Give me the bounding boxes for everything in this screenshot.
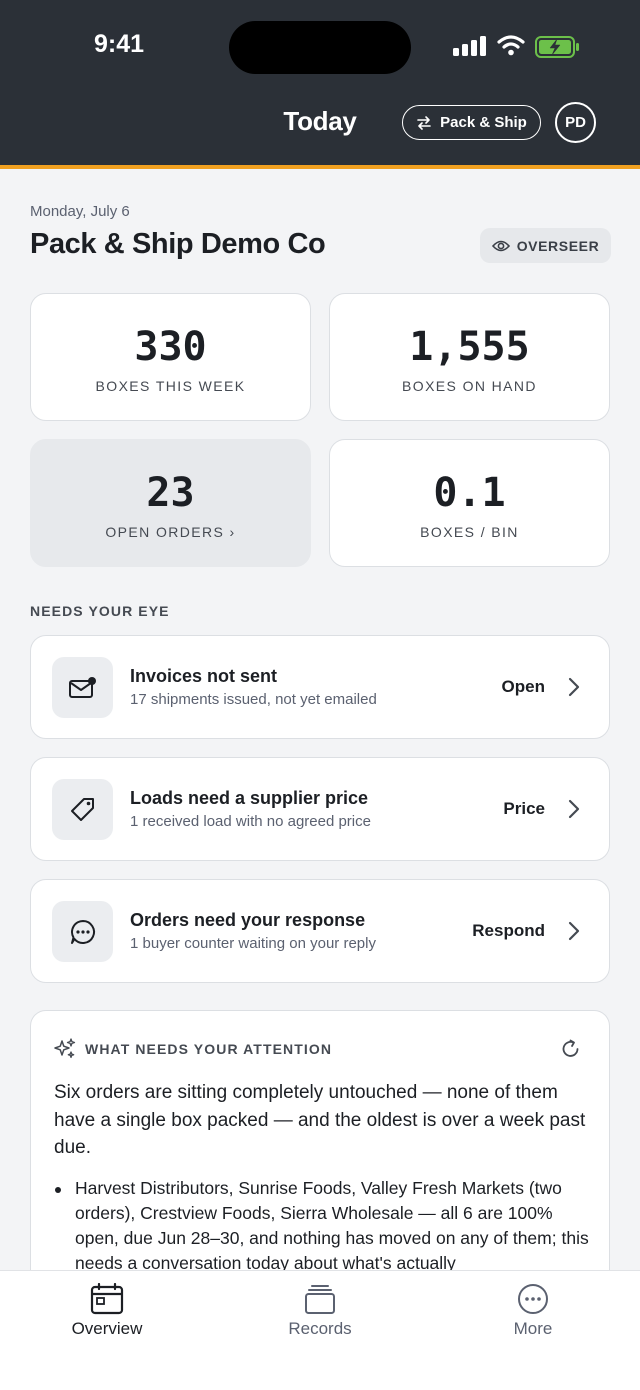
swap-icon	[417, 115, 431, 130]
alert-title: Invoices not sent	[130, 666, 278, 686]
signal-icon	[453, 36, 487, 56]
sparkles-icon	[54, 1038, 76, 1059]
bottom-nav: Overview Records More	[0, 1270, 640, 1390]
app-header: 9:41 Today Pack & Ship PD	[0, 0, 640, 169]
nav-records[interactable]: Records	[240, 1271, 400, 1351]
nav-label: Overview	[71, 1319, 143, 1338]
more-icon	[518, 1284, 548, 1314]
company-name: Pack & Ship Demo Co	[30, 228, 326, 260]
nav-label: More	[513, 1319, 553, 1338]
refresh-icon[interactable]	[560, 1038, 582, 1060]
stat-boxes-this-week: 330 BOXES THIS WEEK	[30, 293, 311, 421]
stat-value: 23	[146, 470, 195, 516]
attention-title: WHAT NEEDS YOUR ATTENTION	[85, 1041, 333, 1057]
stat-value: 0.1	[433, 470, 506, 516]
alert-title: Orders need your response	[130, 910, 366, 930]
stat-label: BOXES ON HAND	[402, 378, 537, 394]
page-title: Today	[283, 106, 357, 136]
avatar-initials: PD	[565, 114, 586, 131]
nav-overview[interactable]: Overview	[27, 1271, 187, 1351]
nav-more[interactable]: More	[453, 1271, 613, 1351]
stat-boxes-on-hand: 1,555 BOXES ON HAND	[329, 293, 610, 421]
stat-value: 1,555	[409, 324, 530, 370]
current-date: Monday, July 6	[30, 203, 130, 220]
nav-label: Records	[288, 1319, 352, 1338]
eye-icon	[491, 240, 510, 251]
switch-mode-button[interactable]: Pack & Ship	[402, 105, 541, 140]
stack-icon	[305, 1285, 335, 1314]
attention-bullet: Harvest Distributors, Sunrise Foods, Val…	[54, 1176, 594, 1276]
dynamic-island	[229, 21, 411, 74]
alert-subtitle: 1 received load with no agreed price	[130, 813, 371, 830]
chevron-right-icon	[568, 799, 580, 819]
stat-value: 330	[134, 324, 207, 370]
stat-label: BOXES THIS WEEK	[95, 378, 246, 394]
attention-bullet-text: Harvest Distributors, Sunrise Foods, Val…	[75, 1178, 589, 1273]
alert-action: Respond	[472, 921, 545, 940]
alert-title: Loads need a supplier price	[130, 788, 369, 808]
stat-open-orders[interactable]: 23 OPEN ORDERS ›	[30, 439, 311, 567]
role-badge: OVERSEER	[480, 228, 611, 263]
chevron-right-icon	[568, 921, 580, 941]
wifi-icon	[497, 35, 525, 56]
alert-loads-need-price[interactable]: Loads need a supplier price 1 received l…	[30, 757, 610, 861]
section-title-needs-your-eye: NEEDS YOUR EYE	[30, 603, 170, 619]
stat-label: BOXES / BIN	[420, 524, 519, 540]
attention-summary: Six orders are sitting completely untouc…	[54, 1082, 586, 1158]
chat-icon	[70, 919, 95, 944]
alert-subtitle: 1 buyer counter waiting on your reply	[130, 935, 376, 952]
mail-icon	[68, 676, 96, 698]
alert-action: Open	[501, 677, 545, 696]
stat-boxes-per-bin: 0.1 BOXES / BIN	[329, 439, 610, 567]
calendar-icon	[90, 1283, 124, 1315]
battery-icon	[535, 36, 579, 58]
alert-action: Price	[503, 799, 545, 818]
bullet-dot	[55, 1187, 61, 1193]
switch-mode-label: Pack & Ship	[440, 114, 527, 131]
chevron-right-icon	[568, 677, 580, 697]
alert-orders-need-response[interactable]: Orders need your response 1 buyer counte…	[30, 879, 610, 983]
alert-subtitle: 17 shipments issued, not yet emailed	[130, 691, 377, 708]
avatar[interactable]: PD	[555, 102, 596, 143]
status-time: 9:41	[94, 30, 145, 58]
alert-invoices-not-sent[interactable]: Invoices not sent 17 shipments issued, n…	[30, 635, 610, 739]
tag-icon	[70, 797, 94, 821]
role-badge-label: OVERSEER	[516, 237, 600, 254]
stat-label: OPEN ORDERS ›	[105, 524, 236, 540]
